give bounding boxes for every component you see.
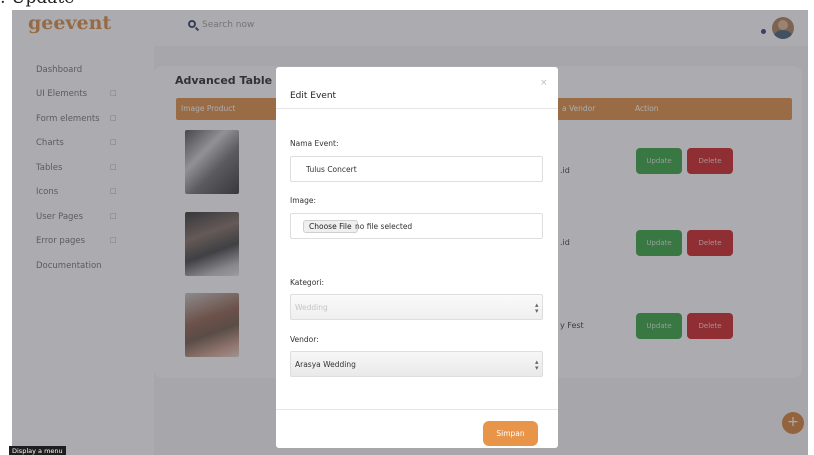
select-chevron-icon: ▴ ▾: [535, 358, 539, 372]
save-button[interactable]: Simpan: [483, 421, 538, 446]
clipped-heading-text: : Update: [0, 0, 74, 8]
image-file-input[interactable]: Choose File no file selected: [290, 213, 543, 239]
file-status-text: no file selected: [355, 222, 413, 231]
modal-footer-divider: [276, 409, 558, 410]
kategori-label: Kategori:: [290, 278, 324, 287]
modal-title: Edit Event: [290, 91, 337, 101]
app-window: geevent Search now Dashboard UI Elements…: [12, 10, 808, 455]
close-icon[interactable]: ×: [540, 78, 548, 88]
kategori-select[interactable]: Wedding ▴ ▾: [290, 294, 543, 320]
select-chevron-icon: ▴ ▾: [535, 301, 539, 315]
image-label: Image:: [290, 196, 317, 205]
kategori-selected-value: Wedding: [295, 303, 328, 312]
nama-event-value: Tulus Concert: [306, 165, 357, 174]
menu-tooltip: Display a menu: [9, 446, 66, 455]
nama-event-input[interactable]: Tulus Concert: [290, 156, 543, 182]
vendor-selected-value: Arasya Wedding: [295, 360, 356, 369]
vendor-label: Vendor:: [290, 335, 319, 344]
nama-event-label: Nama Event:: [290, 139, 339, 148]
choose-file-button[interactable]: Choose File: [303, 220, 358, 233]
edit-event-modal: Edit Event × Nama Event: Tulus Concert I…: [276, 67, 558, 448]
modal-header-divider: [276, 108, 558, 109]
vendor-select[interactable]: Arasya Wedding ▴ ▾: [290, 351, 543, 377]
